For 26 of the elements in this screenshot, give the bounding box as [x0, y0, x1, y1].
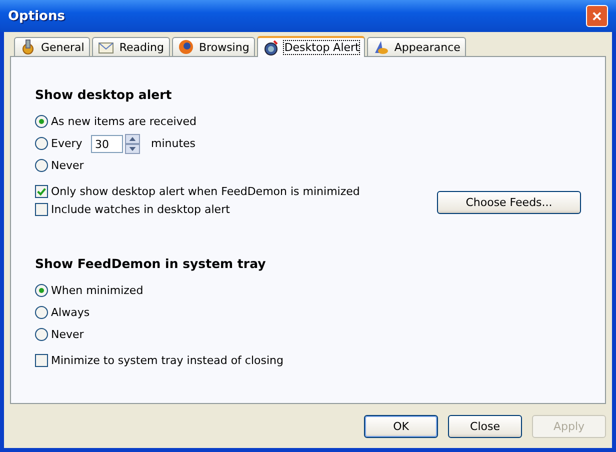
checkbox[interactable]: Only show desktop alert when FeedDemon is minimized [35, 185, 360, 198]
window-title: Options [8, 8, 65, 24]
globe-icon [178, 39, 194, 55]
radio-button[interactable]: Every [35, 137, 91, 150]
radio-button[interactable]: Never [35, 328, 91, 341]
section-heading: Show desktop alert [35, 87, 173, 102]
checkbox[interactable]: Include watches in desktop alert [35, 203, 360, 216]
radio-button[interactable]: When minimized [35, 284, 144, 297]
tab[interactable]: Desktop Alert [257, 36, 366, 57]
tab[interactable]: Appearance [367, 37, 466, 56]
dialog-button[interactable]: Close [448, 414, 522, 438]
tab[interactable]: Browsing [172, 37, 256, 56]
checkmark-icon [36, 186, 47, 197]
tab[interactable]: Reading [92, 37, 170, 56]
dialog-button[interactable]: OK [364, 414, 438, 438]
radio-button[interactable]: Never [35, 159, 91, 172]
radio-button[interactable]: As new items are received [35, 115, 197, 128]
radio-button[interactable]: Always [35, 306, 91, 319]
close-button[interactable]: ✕ [586, 5, 608, 27]
unit-label: minutes [151, 137, 196, 150]
spinner-arrows[interactable] [125, 134, 140, 154]
section-heading: Show FeedDemon in system tray [35, 256, 267, 271]
choose-feeds-button[interactable]: Choose Feeds... [437, 191, 581, 214]
number-field[interactable]: 30 [91, 134, 123, 152]
checkbox[interactable]: Minimize to system tray instead of closing [35, 354, 284, 367]
tab[interactable]: General [14, 37, 90, 56]
